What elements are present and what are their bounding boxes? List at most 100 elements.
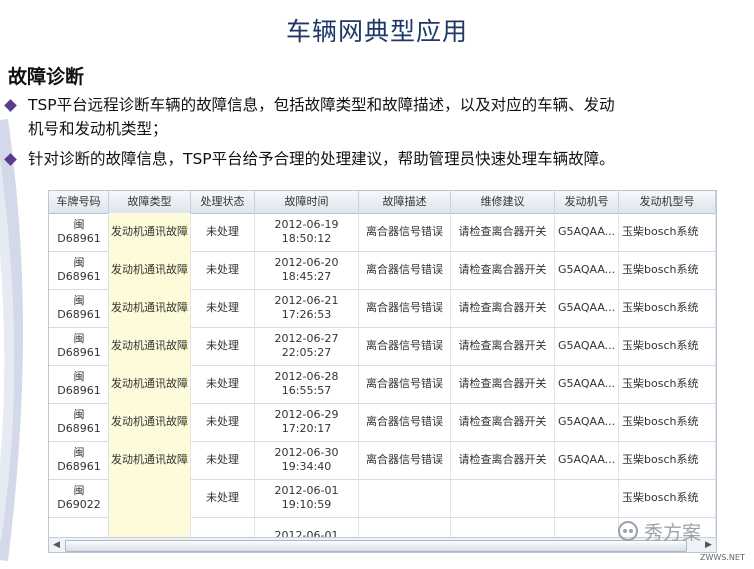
fault-desc-cell: 离合器信号错误 <box>359 327 451 365</box>
status-cell-text: 未处理 <box>206 225 239 238</box>
fault-desc-cell: 离合器信号错误 <box>359 213 451 251</box>
table-row[interactable]: 闽D68961 发动机通讯故障 未处理 2012-06-20 18:45:27 离合器信号… <box>49 251 716 290</box>
fault-date: 2012-06-29 <box>274 408 339 421</box>
horizontal-scrollbar[interactable]: ◀ ▶ <box>49 537 716 552</box>
engine-no-cell: G5AQAA... <box>555 251 619 289</box>
plate-cell: 闽D68961 <box>49 289 109 327</box>
fault-clock: 19:34:40 <box>281 460 332 473</box>
fault-type-cell-text: 发动机通讯故障 <box>111 453 188 466</box>
engine-model-cell-text: 玉柴bosch系统 <box>622 263 699 276</box>
engine-no-cell: G5AQAA... <box>555 213 619 251</box>
fault-desc-cell: 离合器信号错误 <box>359 289 451 327</box>
fault-type-cell: 发动机通讯故障 <box>109 403 191 441</box>
engine-model-cell: 玉柴bosch系统 <box>619 479 716 517</box>
status-cell: 未处理 <box>191 403 255 441</box>
diamond-bullet-icon <box>4 153 17 166</box>
engine-model-cell-text: 玉柴bosch系统 <box>622 453 699 466</box>
fault-type-cell: 发动机通讯故障 <box>109 327 191 365</box>
engine-no-cell: G5AQAA... <box>555 403 619 441</box>
engine-model-cell: 玉柴bosch系统 <box>619 365 716 403</box>
status-cell-text: 未处理 <box>206 453 239 466</box>
advice-cell: 请检查离合器开关 <box>451 365 555 403</box>
fault-desc-cell-text: 离合器信号错误 <box>366 453 443 466</box>
table-row[interactable]: 闽D68961 发动机通讯故障 未处理 2012-06-28 16:55:57 离合器信号… <box>49 365 716 404</box>
status-cell-text: 未处理 <box>206 377 239 390</box>
bullet-text-line: 机号和发动机类型； <box>28 120 168 138</box>
fault-desc-cell-text: 离合器信号错误 <box>366 415 443 428</box>
engine-model-cell-text: 玉柴bosch系统 <box>622 225 699 238</box>
column-header-engine-no[interactable]: 发动机号 <box>555 191 619 213</box>
table-row[interactable]: 闽D68961 发动机通讯故障 未处理 2012-06-29 17:20:17 离合器信号… <box>49 403 716 442</box>
engine-model-cell: 玉柴bosch系统 <box>619 289 716 327</box>
engine-model-cell-text: 玉柴bosch系统 <box>622 339 699 352</box>
status-cell: 未处理 <box>191 251 255 289</box>
advice-cell-text: 请检查离合器开关 <box>458 263 547 276</box>
scroll-right-icon[interactable]: ▶ <box>701 538 716 552</box>
fault-clock: 16:55:57 <box>281 384 332 397</box>
engine-no-cell <box>555 479 619 517</box>
table-row[interactable]: 闽D68961 发动机通讯故障 未处理 2012-06-21 17:26:53 离合器信号… <box>49 289 716 328</box>
plate-cell-text: 闽D68961 <box>57 218 101 245</box>
wechat-icon <box>618 521 638 541</box>
fault-type-cell: 发动机通讯故障 <box>109 289 191 327</box>
table-row[interactable]: 闽D68961 发动机通讯故障 未处理 2012-06-19 18:50:12 离合器信号… <box>49 213 716 252</box>
fault-desc-cell: 离合器信号错误 <box>359 365 451 403</box>
fault-time-cell: 2012-06-01 19:10:59 <box>255 479 359 517</box>
bullet-text-line: TSP平台远程诊断车辆的故障信息，包括故障类型和故障描述，以及对应的车辆、发动 <box>28 96 615 114</box>
section-heading: 故障诊断 <box>8 66 85 88</box>
engine-no-cell: G5AQAA... <box>555 365 619 403</box>
fault-type-cell: 发动机通讯故障 <box>109 213 191 251</box>
bullet-text-line: 针对诊断的故障信息，TSP平台给予合理的处理建议，帮助管理员快速处理车辆故障。 <box>28 150 615 168</box>
table-row[interactable]: 闽D68961 发动机通讯故障 未处理 2012-06-30 19:34:40 离合器信号… <box>49 441 716 480</box>
engine-model-cell: 玉柴bosch系统 <box>619 441 716 479</box>
scrollbar-thumb[interactable] <box>65 540 687 552</box>
fault-type-cell-text: 发动机通讯故障 <box>111 415 188 428</box>
column-header-engine-model[interactable]: 发动机型号 <box>619 191 716 213</box>
column-header-time[interactable]: 故障时间 <box>255 191 359 213</box>
table-row[interactable]: 闽D68961 发动机通讯故障 未处理 2012-06-27 22:05:27 离合器信号… <box>49 327 716 366</box>
table-row[interactable]: 闽D69022 未处理 2012-06-01 19:10:59 玉柴bosch系统 <box>49 479 716 518</box>
column-header-status[interactable]: 处理状态 <box>191 191 255 213</box>
fault-date: 2012-06-21 <box>274 294 339 307</box>
advice-cell-text: 请检查离合器开关 <box>458 453 547 466</box>
status-cell: 未处理 <box>191 289 255 327</box>
engine-model-cell: 玉柴bosch系统 <box>619 251 716 289</box>
watermark-site: ZWWS.NET <box>700 553 745 562</box>
fault-desc-cell-text: 离合器信号错误 <box>366 301 443 314</box>
engine-no-cell-text: G5AQAA... <box>558 339 616 352</box>
fault-time-cell: 2012-06-20 18:45:27 <box>255 251 359 289</box>
fault-time-cell: 2012-06-27 22:05:27 <box>255 327 359 365</box>
fault-type-cell: 发动机通讯故障 <box>109 365 191 403</box>
advice-cell: 请检查离合器开关 <box>451 441 555 479</box>
engine-model-cell-text: 玉柴bosch系统 <box>622 415 699 428</box>
advice-cell: 请检查离合器开关 <box>451 289 555 327</box>
status-cell-text: 未处理 <box>206 263 239 276</box>
engine-no-cell-text: G5AQAA... <box>558 225 616 238</box>
status-cell-text: 未处理 <box>206 415 239 428</box>
fault-desc-cell: 离合器信号错误 <box>359 403 451 441</box>
fault-grid: 车牌号码 故障类型 处理状态 故障时间 故障描述 维修建议 发动机号 发动机型号… <box>48 190 717 553</box>
column-header-desc[interactable]: 故障描述 <box>359 191 451 213</box>
fault-date: 2012-06-28 <box>274 370 339 383</box>
status-cell: 未处理 <box>191 365 255 403</box>
engine-no-cell-text: G5AQAA... <box>558 377 616 390</box>
advice-cell <box>451 479 555 517</box>
fault-desc-cell-text: 离合器信号错误 <box>366 339 443 352</box>
column-header-type[interactable]: 故障类型 <box>109 191 191 213</box>
watermark: 秀方案 <box>618 518 701 544</box>
scroll-left-icon[interactable]: ◀ <box>49 538 64 552</box>
advice-cell: 请检查离合器开关 <box>451 251 555 289</box>
plate-cell: 闽D68961 <box>49 327 109 365</box>
engine-no-cell-text: G5AQAA... <box>558 415 616 428</box>
fault-type-cell-text: 发动机通讯故障 <box>111 225 188 238</box>
advice-cell-text: 请检查离合器开关 <box>458 377 547 390</box>
fault-date: 2012-06-01 <box>274 484 339 497</box>
column-header-plate[interactable]: 车牌号码 <box>49 191 109 213</box>
engine-no-cell: G5AQAA... <box>555 327 619 365</box>
plate-cell-text: 闽D68961 <box>57 256 101 283</box>
plate-cell: 闽D68961 <box>49 213 109 251</box>
advice-cell-text: 请检查离合器开关 <box>458 225 547 238</box>
column-header-advice[interactable]: 维修建议 <box>451 191 555 213</box>
fault-time-cell: 2012-06-21 17:26:53 <box>255 289 359 327</box>
plate-cell: 闽D68961 <box>49 365 109 403</box>
